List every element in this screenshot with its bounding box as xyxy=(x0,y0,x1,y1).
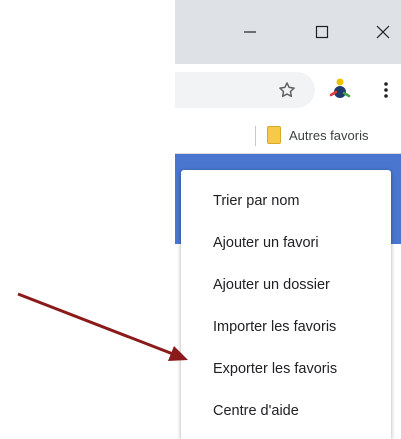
annotation-arrow xyxy=(17,292,188,361)
